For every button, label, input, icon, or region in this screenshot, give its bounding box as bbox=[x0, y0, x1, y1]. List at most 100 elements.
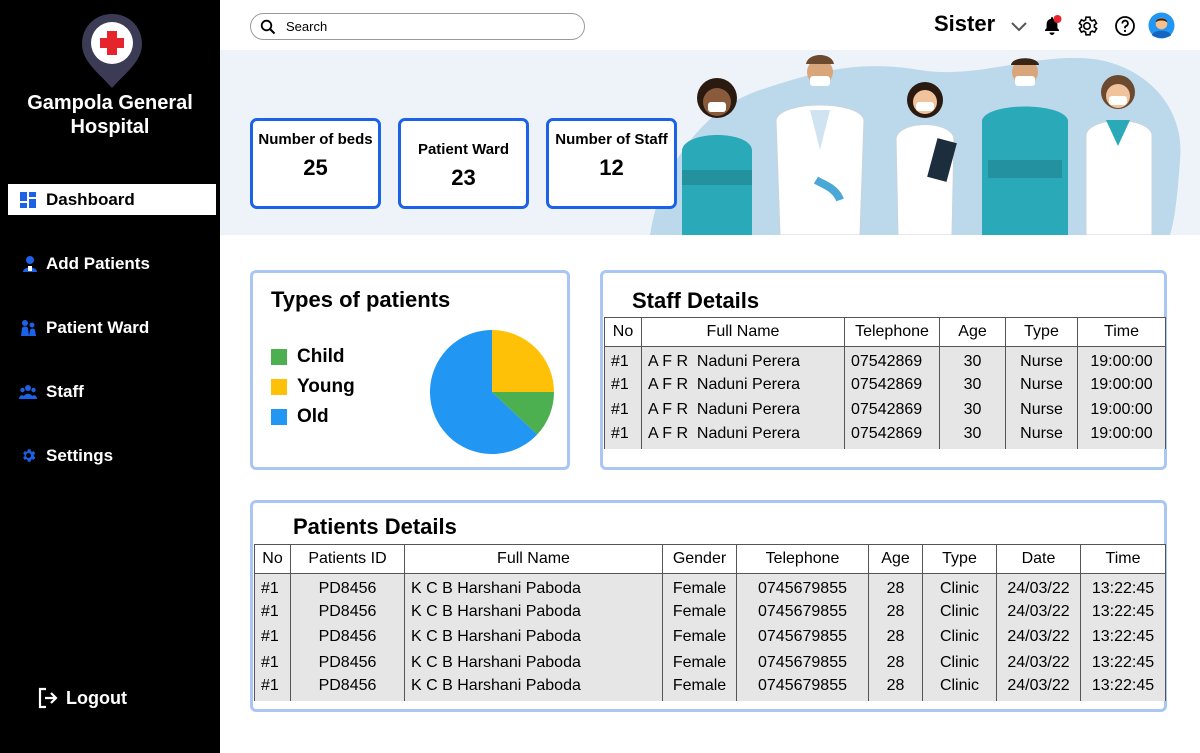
sidebar-item-label: Add Patients bbox=[46, 253, 150, 273]
sidebar-item-add-patients[interactable]: Add Patients bbox=[8, 248, 216, 279]
logout-button[interactable]: Logout bbox=[36, 686, 127, 710]
sidebar: Gampola General Hospital Dashboard Add P… bbox=[0, 0, 220, 753]
table-row[interactable]: #1 PD8456 K C B Harshani Paboda Female 07456… bbox=[254, 573, 1166, 599]
notification-bell-icon[interactable] bbox=[1040, 14, 1064, 38]
table-cell: 19:00:00 bbox=[1077, 346, 1166, 372]
table-cell: 28 bbox=[868, 675, 923, 701]
table-row[interactable]: #1 PD8456 K C B Harshani Paboda Female 07456… bbox=[254, 650, 1166, 676]
table-cell: Nurse bbox=[1005, 423, 1078, 449]
column-header: No bbox=[604, 317, 642, 347]
column-header: Full Name bbox=[404, 544, 663, 574]
table-cell: PD8456 bbox=[290, 599, 405, 625]
patients-details-panel: Patients Details No Patients ID Full Name G… bbox=[250, 500, 1167, 712]
table-cell: 19:00:00 bbox=[1077, 423, 1166, 449]
staff-table: No Full Name Telephone Age Type Time #1 A F R … bbox=[604, 317, 1166, 449]
table-cell: Nurse bbox=[1005, 397, 1078, 423]
legend-swatch bbox=[271, 349, 287, 365]
table-cell: 28 bbox=[868, 599, 923, 625]
table-cell: Female bbox=[662, 573, 737, 599]
table-cell: 24/03/22 bbox=[996, 675, 1081, 701]
search-input[interactable] bbox=[286, 19, 566, 34]
hospital-name-line1: Gampola General bbox=[27, 92, 193, 114]
hospital-name-line2: Hospital bbox=[70, 116, 150, 138]
sidebar-item-dashboard[interactable]: Dashboard bbox=[8, 184, 216, 215]
table-row[interactable]: #1 A F R Naduni Perera 07542869 30 Nurse 19:0… bbox=[604, 397, 1166, 423]
legend-label: Child bbox=[297, 346, 345, 367]
sidebar-item-patient-ward[interactable]: Patient Ward bbox=[8, 312, 216, 343]
gear-icon bbox=[18, 446, 38, 466]
table-cell: 13:22:45 bbox=[1080, 650, 1166, 676]
column-header: Full Name bbox=[641, 317, 845, 347]
table-cell: 24/03/22 bbox=[996, 624, 1081, 650]
table-cell: A F R Naduni Perera bbox=[641, 423, 845, 449]
table-cell: #1 bbox=[604, 346, 642, 372]
stat-card-staff: Number of Staff 12 bbox=[546, 118, 677, 209]
table-cell: 13:22:45 bbox=[1080, 573, 1166, 599]
avatar[interactable] bbox=[1148, 12, 1175, 39]
column-header: Date bbox=[996, 544, 1081, 574]
table-cell: A F R Naduni Perera bbox=[641, 372, 845, 398]
help-icon[interactable] bbox=[1113, 14, 1137, 38]
table-cell: #1 bbox=[604, 423, 642, 449]
table-row[interactable]: #1 PD8456 K C B Harshani Paboda Female 07456… bbox=[254, 599, 1166, 625]
table-cell: Female bbox=[662, 624, 737, 650]
table-cell: A F R Naduni Perera bbox=[641, 346, 845, 372]
table-row[interactable]: #1 A F R Naduni Perera 07542869 30 Nurse 19:0… bbox=[604, 423, 1166, 449]
table-cell: 24/03/22 bbox=[996, 573, 1081, 599]
settings-gear-icon[interactable] bbox=[1075, 14, 1099, 38]
table-row[interactable]: #1 PD8456 K C B Harshani Paboda Female 07456… bbox=[254, 624, 1166, 650]
table-cell: 07542869 bbox=[844, 372, 940, 398]
column-header: Telephone bbox=[844, 317, 940, 347]
patient-types-panel: Types of patients Child Young Old bbox=[250, 270, 570, 470]
table-cell: K C B Harshani Paboda bbox=[404, 573, 663, 599]
column-header: Time bbox=[1080, 544, 1166, 574]
stat-value: 23 bbox=[451, 165, 476, 190]
table-cell: 28 bbox=[868, 650, 923, 676]
sidebar-item-label: Dashboard bbox=[46, 189, 135, 209]
legend-item-old: Old bbox=[271, 406, 329, 428]
add-patient-icon bbox=[20, 254, 40, 274]
table-cell: #1 bbox=[604, 397, 642, 423]
table-cell: K C B Harshani Paboda bbox=[404, 624, 663, 650]
table-cell: 30 bbox=[939, 372, 1006, 398]
table-cell: K C B Harshani Paboda bbox=[404, 675, 663, 701]
table-cell: 0745679855 bbox=[736, 599, 869, 625]
legend-item-young: Young bbox=[271, 376, 355, 398]
column-header: Age bbox=[868, 544, 923, 574]
sidebar-item-label: Staff bbox=[46, 381, 84, 401]
hero-banner: Number of beds 25 Patient Ward 23 Number… bbox=[220, 50, 1200, 235]
logout-icon bbox=[38, 687, 58, 709]
sidebar-item-settings[interactable]: Settings bbox=[8, 440, 216, 471]
table-cell: Female bbox=[662, 650, 737, 676]
table-cell: #1 bbox=[254, 599, 291, 625]
sidebar-item-label: Patient Ward bbox=[46, 317, 150, 337]
patient-types-pie-chart bbox=[430, 330, 554, 454]
table-cell: Nurse bbox=[1005, 346, 1078, 372]
stat-value: 25 bbox=[303, 155, 328, 180]
search-icon[interactable] bbox=[260, 19, 276, 35]
table-cell: #1 bbox=[254, 573, 291, 599]
table-cell: Clinic bbox=[922, 573, 997, 599]
column-header: Type bbox=[922, 544, 997, 574]
table-row[interactable]: #1 PD8456 K C B Harshani Paboda Female 07456… bbox=[254, 675, 1166, 701]
table-cell: Female bbox=[662, 599, 737, 625]
table-cell: PD8456 bbox=[290, 675, 405, 701]
staff-details-panel: Staff Details No Full Name Telephone Age Typ… bbox=[600, 270, 1167, 470]
table-cell: #1 bbox=[254, 624, 291, 650]
table-row[interactable]: #1 A F R Naduni Perera 07542869 30 Nurse 19:0… bbox=[604, 346, 1166, 372]
table-cell: Clinic bbox=[922, 675, 997, 701]
sidebar-item-staff[interactable]: Staff bbox=[8, 376, 216, 407]
table-cell: PD8456 bbox=[290, 650, 405, 676]
table-cell: 30 bbox=[939, 346, 1006, 372]
table-cell: 07542869 bbox=[844, 423, 940, 449]
chevron-down-icon[interactable] bbox=[1007, 14, 1031, 38]
column-header: Age bbox=[939, 317, 1006, 347]
stat-card-beds: Number of beds 25 bbox=[250, 118, 381, 209]
search-bar bbox=[250, 13, 585, 40]
pie-slice-young bbox=[492, 330, 554, 392]
table-cell: 13:22:45 bbox=[1080, 624, 1166, 650]
legend-swatch bbox=[271, 409, 287, 425]
staff-table-header: No Full Name Telephone Age Type Time bbox=[604, 317, 1166, 347]
table-row[interactable]: #1 A F R Naduni Perera 07542869 30 Nurse 19:0… bbox=[604, 372, 1166, 398]
column-header: Type bbox=[1005, 317, 1078, 347]
